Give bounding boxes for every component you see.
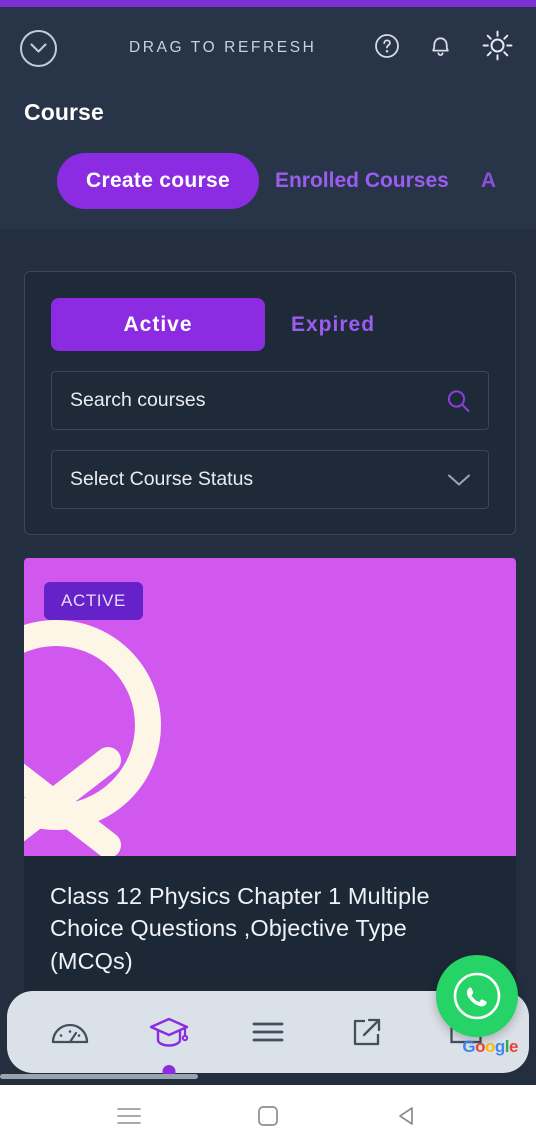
nav-item-menu[interactable] (219, 991, 318, 1073)
chevron-down-icon[interactable] (447, 473, 471, 487)
status-strip (0, 0, 536, 7)
status-segmented-control: Active Expired (51, 298, 489, 351)
tab-create-course[interactable]: Create course (57, 153, 259, 209)
letter-q-logo-icon (24, 610, 236, 856)
header-top-row: DRAG TO REFRESH (0, 7, 536, 89)
android-back-button[interactable] (377, 1085, 437, 1146)
app-viewport: DRAG TO REFRESH Course Create course Enr… (0, 7, 536, 1085)
nav-item-courses[interactable] (120, 991, 219, 1078)
course-card[interactable]: ACTIVE Class 12 Physics Chapter 1 Multip… (24, 558, 516, 1038)
chevron-down-circle-icon[interactable] (20, 29, 57, 67)
status-badge: ACTIVE (44, 582, 144, 620)
tab-overflow-clipped[interactable]: A (465, 153, 512, 209)
course-filter-card: Active Expired Search courses Select Cou… (24, 271, 516, 535)
help-icon[interactable] (374, 33, 400, 64)
page-title: Course (24, 99, 104, 125)
app-header: DRAG TO REFRESH Course Create course Enr… (0, 7, 536, 229)
nav-item-external-link[interactable] (317, 991, 416, 1073)
segment-active[interactable]: Active (51, 298, 265, 351)
theme-toggle-sun-icon[interactable] (481, 29, 514, 67)
header-tabs: Create course Enrolled Courses A (0, 153, 536, 209)
search-icon[interactable] (446, 388, 471, 413)
search-input-placeholder: Search courses (70, 389, 206, 411)
search-input[interactable]: Search courses (51, 371, 489, 430)
course-title: Class 12 Physics Chapter 1 Multiple Choi… (50, 883, 430, 974)
horizontal-scrollbar[interactable] (0, 1074, 198, 1079)
drag-to-refresh-label: DRAG TO REFRESH (129, 39, 317, 56)
header-icon-group (374, 29, 514, 67)
course-status-select-value: Select Course Status (70, 468, 254, 490)
course-thumbnail: ACTIVE (24, 558, 516, 856)
android-home-button[interactable] (238, 1085, 298, 1146)
phone-screen: DRAG TO REFRESH Course Create course Enr… (0, 0, 536, 1146)
google-letter: e (509, 1037, 518, 1056)
nav-item-dashboard[interactable] (21, 991, 120, 1073)
google-letter: g (494, 1037, 505, 1056)
course-status-select[interactable]: Select Course Status (51, 450, 489, 509)
whatsapp-fab[interactable] (436, 955, 518, 1037)
google-letter: G (462, 1037, 476, 1056)
notifications-bell-icon[interactable] (428, 32, 453, 64)
google-letter: o (475, 1037, 486, 1056)
segment-expired[interactable]: Expired (265, 298, 401, 351)
google-translate-badge[interactable]: Google (462, 1037, 518, 1057)
android-system-nav (0, 1085, 536, 1146)
android-recents-button[interactable] (99, 1085, 159, 1146)
tab-enrolled-courses[interactable]: Enrolled Courses (259, 153, 465, 209)
google-letter: o (485, 1037, 495, 1056)
